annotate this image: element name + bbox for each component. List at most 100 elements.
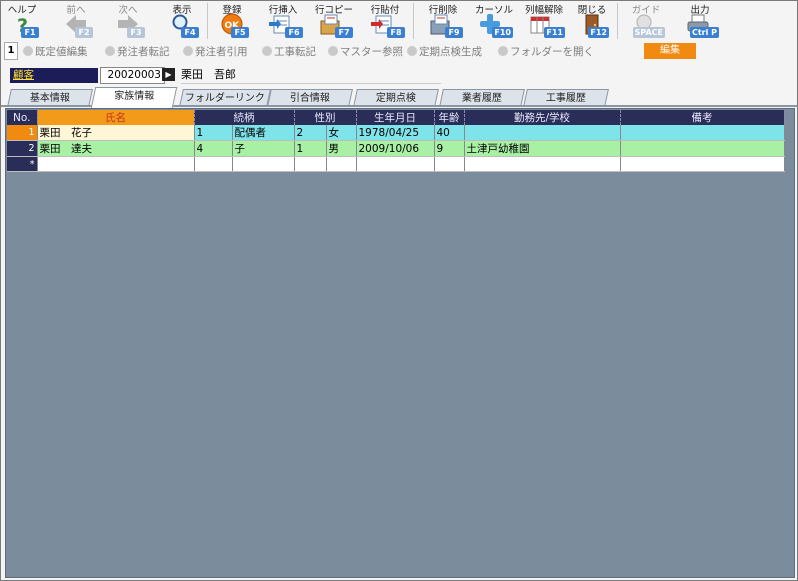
relation-cell[interactable] [232, 156, 295, 172]
table-row[interactable]: 2 栗田 達夫 4 子 1 男 2009/10/06 9 土津戸幼稚園 [7, 140, 785, 157]
inspection-generate-label: 定期点検生成 [419, 46, 482, 58]
prev-key: F2 [75, 27, 93, 38]
orderer-quote-button[interactable]: 発注者引用 [183, 44, 248, 59]
sex-cell[interactable]: 男 [326, 140, 357, 157]
header-sex[interactable]: 性別 [294, 110, 357, 125]
birthdate-cell[interactable]: 2009/10/06 [356, 140, 435, 157]
sex-code-cell[interactable]: 1 [294, 140, 327, 157]
row-insert-key: F6 [285, 27, 303, 38]
birthdate-cell[interactable] [356, 156, 435, 172]
close-button[interactable]: 閉じる F12 [577, 1, 609, 41]
cursor-key: F10 [492, 27, 513, 38]
note-cell[interactable] [620, 156, 785, 172]
tab-family-info[interactable]: 家族情報 [90, 87, 178, 108]
output-button[interactable]: 出力 Ctrl P [683, 1, 719, 41]
secondary-toolbar: 1 既定値編集 発注者転記 発注者引用 工事転記 マスター参照 定期点検生成 フ… [1, 41, 797, 61]
open-folder-button[interactable]: フォルダーを開く [498, 44, 594, 59]
name-cell[interactable]: 栗田 花子 [37, 125, 195, 141]
age-cell[interactable]: 40 [434, 125, 465, 141]
name-cell[interactable] [37, 156, 195, 172]
table-row[interactable]: 1 栗田 花子 1 配偶者 2 女 1978/04/25 40 [7, 125, 785, 141]
relation-code-cell[interactable]: 1 [194, 125, 233, 141]
row-paste-key: F8 [387, 27, 405, 38]
master-reference-button[interactable]: マスター参照 [328, 44, 403, 59]
help-button[interactable]: ヘルプ ? F1 [7, 1, 39, 41]
workplace-cell[interactable]: 土津戸幼稚園 [464, 140, 621, 157]
orderer-transfer-button[interactable]: 発注者転記 [105, 44, 170, 59]
orderer-transfer-icon [105, 46, 115, 56]
toolbar-separator [207, 3, 208, 39]
default-edit-button[interactable]: 既定値編集 [23, 44, 88, 59]
row-copy-button[interactable]: 行コピー F7 [315, 1, 353, 41]
next-button[interactable]: 次へ F3 [113, 1, 145, 41]
prev-button[interactable]: 前へ F2 [61, 1, 93, 41]
header-workplace[interactable]: 勤務先/学校 [464, 110, 621, 125]
column-width-key: F11 [544, 27, 565, 38]
relation-code-cell[interactable]: 4 [194, 140, 233, 157]
next-key: F3 [127, 27, 145, 38]
age-cell[interactable]: 9 [434, 140, 465, 157]
row-delete-button[interactable]: 行削除 F9 [425, 1, 463, 41]
guide-key: SPACE [632, 27, 665, 38]
age-cell[interactable] [434, 156, 465, 172]
inspection-generate-button[interactable]: 定期点検生成 [407, 44, 482, 59]
inspection-generate-icon [407, 46, 417, 56]
customer-name: 栗田 吾郎 [181, 67, 441, 84]
help-key: F1 [21, 27, 39, 38]
grid-header-row: No. 氏名 続柄 性別 生年月日 年齢 勤務先/学校 備考 [7, 110, 785, 125]
mode-badge: 編集 [644, 43, 696, 59]
workplace-cell[interactable] [464, 125, 621, 141]
toolbar-separator [413, 3, 414, 39]
birthdate-cell[interactable]: 1978/04/25 [356, 125, 435, 141]
orderer-quote-label: 発注者引用 [195, 46, 248, 58]
view-key: F4 [181, 27, 199, 38]
tab-label: 家族情報 [114, 91, 155, 102]
cursor-button[interactable]: カーソル F10 [475, 1, 513, 41]
customer-label[interactable]: 顧客 [10, 68, 98, 83]
view-button[interactable]: 表示 F4 [167, 1, 199, 41]
sex-code-cell[interactable] [294, 156, 327, 172]
content-panel [5, 108, 795, 578]
row-insert-button[interactable]: 行挿入 F6 [265, 1, 303, 41]
column-width-button[interactable]: 列幅解除 F11 [525, 1, 565, 41]
row-number[interactable]: 2 [7, 140, 38, 157]
sex-cell[interactable]: 女 [326, 125, 357, 141]
row-delete-key: F9 [445, 27, 463, 38]
header-age[interactable]: 年齢 [434, 110, 465, 125]
sex-cell[interactable] [326, 156, 357, 172]
row-copy-key: F7 [335, 27, 353, 38]
note-cell[interactable] [620, 125, 785, 141]
orderer-quote-icon [183, 46, 193, 56]
header-no[interactable]: No. [7, 110, 38, 125]
guide-button[interactable]: ガイド SPACE [629, 1, 665, 41]
page-number: 1 [4, 42, 18, 60]
row-paste-button[interactable]: 行貼付 F8 [367, 1, 405, 41]
toolbar-separator [617, 3, 618, 39]
construction-transfer-button[interactable]: 工事転記 [262, 44, 316, 59]
workplace-cell[interactable] [464, 156, 621, 172]
relation-cell[interactable]: 配偶者 [232, 125, 295, 141]
output-key: Ctrl P [689, 27, 719, 38]
customer-go-button[interactable]: ▶ [162, 68, 175, 81]
header-name[interactable]: 氏名 [37, 110, 195, 125]
family-grid: No. 氏名 続柄 性別 生年月日 年齢 勤務先/学校 備考 1 栗田 花子 1… [7, 110, 785, 172]
name-cell[interactable]: 栗田 達夫 [37, 140, 195, 157]
new-row[interactable]: * [7, 156, 785, 172]
sex-code-cell[interactable]: 2 [294, 125, 327, 141]
header-relation[interactable]: 続柄 [194, 110, 295, 125]
row-number[interactable]: 1 [7, 125, 38, 141]
note-cell[interactable] [620, 140, 785, 157]
default-edit-label: 既定値編集 [35, 46, 88, 58]
construction-transfer-icon [262, 46, 272, 56]
row-number[interactable]: * [7, 156, 38, 172]
relation-code-cell[interactable] [194, 156, 233, 172]
application-window: ヘルプ ? F1 前へ F2 次へ F3 表示 F4 登録 OK F5 行挿入 … [0, 0, 798, 581]
header-birthdate[interactable]: 生年月日 [356, 110, 435, 125]
register-button[interactable]: 登録 OK F5 [217, 1, 249, 41]
relation-cell[interactable]: 子 [232, 140, 295, 157]
master-reference-icon [328, 46, 338, 56]
customer-code-field[interactable]: 20020003 [100, 67, 165, 84]
orderer-transfer-label: 発注者転記 [117, 46, 170, 58]
construction-transfer-label: 工事転記 [274, 46, 316, 58]
header-note[interactable]: 備考 [620, 110, 785, 125]
